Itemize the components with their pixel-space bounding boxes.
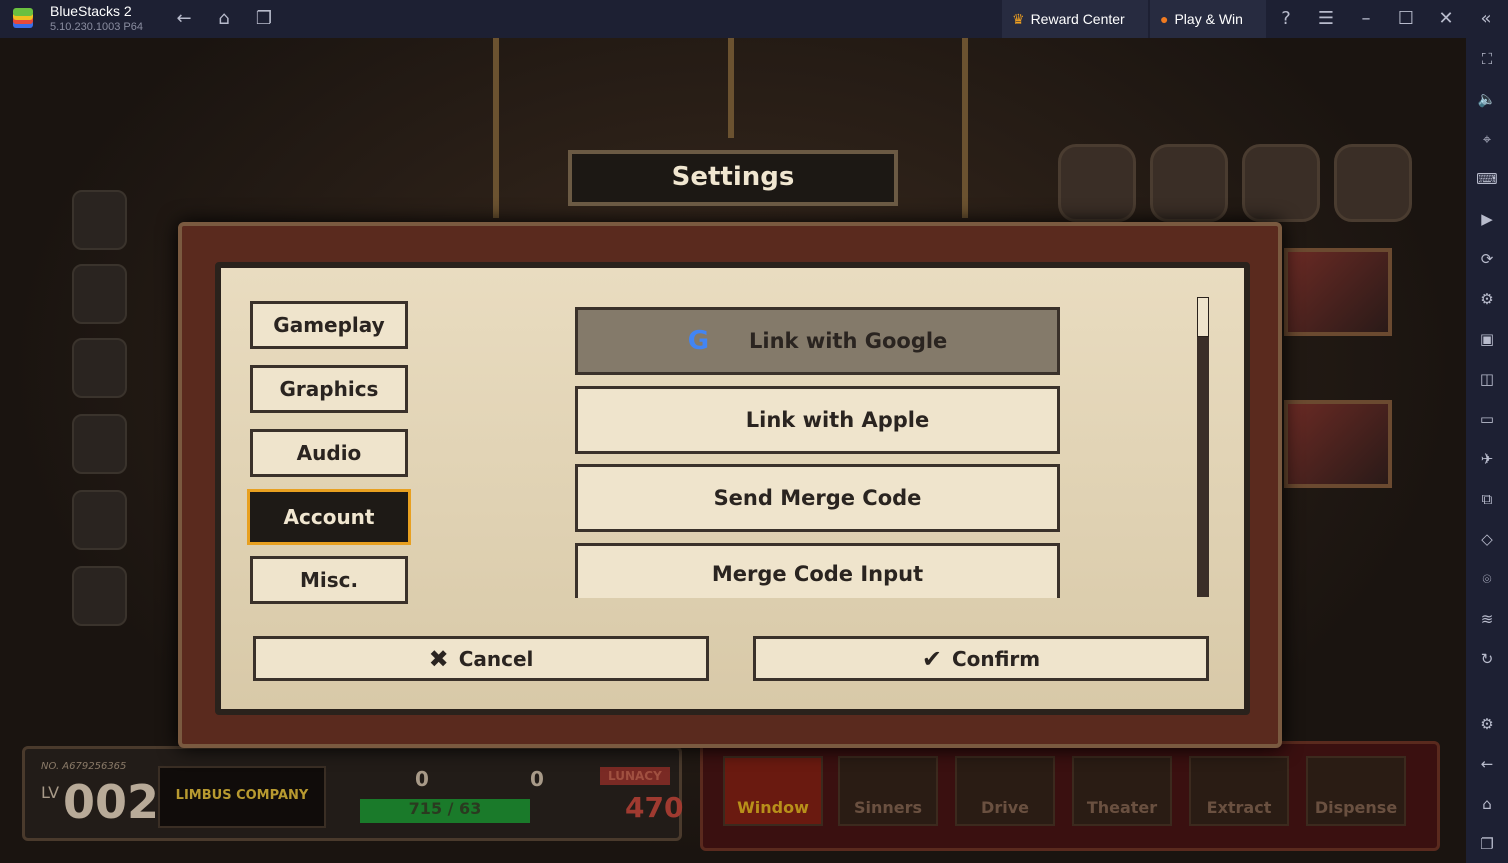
apk-icon[interactable]: ▣ (1476, 328, 1498, 350)
lunacy-value: 470 (625, 791, 684, 824)
x-icon: ✖ (428, 644, 449, 673)
chain-decoration (962, 38, 968, 218)
nav-dispense[interactable]: Dispense (1306, 756, 1406, 826)
nav-extract[interactable]: Extract (1189, 756, 1289, 826)
player-hud: NO. A679256365 LV 002 LIMBUS COMPANY 0 0… (22, 746, 684, 841)
currency-1: 0 (415, 767, 429, 791)
app-version: 5.10.230.1003 P64 (50, 21, 143, 33)
app-title: BlueStacks 2 (50, 3, 132, 19)
medal-icon: ● (1160, 11, 1169, 27)
title-bar: BlueStacks 2 5.10.230.1003 P64 ← ⌂ ❐ ♛ Re… (0, 0, 1508, 38)
settings-icon[interactable]: ⚙ (1476, 713, 1498, 735)
keyboard-icon[interactable]: ⌨ (1476, 168, 1498, 190)
game-viewport[interactable]: NO. A679256365 LV 002 LIMBUS COMPANY 0 0… (0, 38, 1466, 863)
collapse-sidebar-icon[interactable]: « (1474, 7, 1498, 31)
cancel-button[interactable]: ✖ Cancel (253, 636, 709, 681)
send-merge-code-button[interactable]: Send Merge Code (575, 464, 1060, 532)
tabs-icon[interactable]: ❐ (252, 7, 276, 31)
play-win-label: Play & Win (1174, 11, 1243, 27)
help-icon[interactable]: ? (1274, 7, 1298, 31)
settings-title: Settings (568, 150, 898, 206)
link-google-label: Link with Google (749, 329, 948, 353)
merge-code-input-button[interactable]: Merge Code Input (575, 543, 1060, 598)
back-arrow-icon[interactable]: ← (172, 7, 196, 31)
cancel-label: Cancel (458, 646, 534, 671)
side-menu-icon[interactable] (72, 490, 127, 550)
tab-gameplay[interactable]: Gameplay (250, 301, 408, 349)
link-apple-button[interactable]: Link with Apple (575, 386, 1060, 454)
checkmark-icon: ✔ (921, 644, 942, 673)
limbus-company-logo: LIMBUS COMPANY (158, 766, 326, 828)
character-portrait[interactable] (1284, 400, 1392, 488)
tab-audio[interactable]: Audio (250, 429, 408, 477)
folder-icon[interactable]: ▭ (1476, 408, 1498, 430)
right-sidebar: ⛶ 🔈 ⌖ ⌨ ▶ ⟳ ⚙ ▣ ◫ ▭ ✈ ⧉ ◇ ⌾ ≋ ↻ ⚙ ← ⌂ ❐ (1466, 38, 1508, 863)
cursor-icon[interactable]: ⌖ (1476, 128, 1498, 150)
chain-decoration (728, 38, 734, 138)
eco-icon[interactable]: ◇ (1476, 528, 1498, 550)
crown-icon: ♛ (1012, 10, 1025, 27)
side-menu-icon[interactable] (72, 338, 127, 398)
level-label: LV (41, 783, 60, 802)
bottom-navigation: Window Sinners Drive Theater Extract Dis… (700, 741, 1440, 851)
home-icon[interactable]: ⌂ (1476, 793, 1498, 815)
nav-window[interactable]: Window (723, 756, 823, 826)
tab-account[interactable]: Account (247, 489, 411, 545)
link-google-button[interactable]: G Link with Google (575, 307, 1060, 375)
close-icon[interactable]: ✕ (1434, 7, 1458, 31)
announcement-icon[interactable] (1058, 144, 1136, 222)
player-level: 002 (63, 775, 160, 829)
lunacy-label: LUNACY (600, 767, 670, 785)
character-portrait[interactable] (1284, 248, 1392, 336)
sync-icon[interactable]: ↻ (1476, 648, 1498, 670)
back-icon[interactable]: ← (1476, 753, 1498, 775)
link-apple-label: Link with Apple (745, 408, 930, 432)
confirm-button[interactable]: ✔ Confirm (753, 636, 1209, 681)
record-icon[interactable]: ▶ (1476, 208, 1498, 230)
google-icon: G (687, 326, 710, 356)
bluestacks-logo-icon (13, 8, 33, 28)
multi-instance-icon[interactable]: ⧉ (1476, 488, 1498, 510)
briefcase-icon[interactable] (1242, 144, 1320, 222)
side-menu-icon[interactable] (72, 566, 127, 626)
screenshot-icon[interactable]: ◫ (1476, 368, 1498, 390)
macro-icon[interactable]: ⚙ (1476, 288, 1498, 310)
nav-sinners[interactable]: Sinners (838, 756, 938, 826)
confirm-label: Confirm (951, 646, 1041, 671)
tab-graphics[interactable]: Graphics (250, 365, 408, 413)
scrollbar[interactable] (1197, 297, 1209, 597)
side-menu-icon[interactable] (72, 414, 127, 474)
mail-icon[interactable] (1150, 144, 1228, 222)
side-menu-icon[interactable] (72, 264, 127, 324)
nav-drive[interactable]: Drive (955, 756, 1055, 826)
menu-icon[interactable]: ☰ (1314, 7, 1338, 31)
player-number: NO. A679256365 (41, 761, 127, 772)
minimize-icon[interactable]: – (1354, 7, 1378, 31)
reward-center-button[interactable]: ♛ Reward Center (1002, 0, 1148, 38)
play-win-button[interactable]: ● Play & Win (1150, 0, 1266, 38)
recents-icon[interactable]: ❐ (1476, 833, 1498, 855)
currency-2: 0 (530, 767, 544, 791)
reward-center-label: Reward Center (1030, 11, 1125, 27)
maximize-icon[interactable]: ☐ (1394, 7, 1418, 31)
location-icon[interactable]: ⌾ (1476, 568, 1498, 590)
fullscreen-icon[interactable]: ⛶ (1476, 48, 1498, 70)
layers-icon[interactable]: ≋ (1476, 608, 1498, 630)
side-menu-icon[interactable] (72, 190, 127, 250)
rotate-icon[interactable]: ⟳ (1476, 248, 1498, 270)
home-icon[interactable]: ⌂ (212, 7, 236, 31)
airplane-icon[interactable]: ✈ (1476, 448, 1498, 470)
nav-theater[interactable]: Theater (1072, 756, 1172, 826)
scrollbar-thumb[interactable] (1197, 297, 1209, 337)
chain-decoration (493, 38, 499, 218)
volume-icon[interactable]: 🔈 (1476, 88, 1498, 110)
tab-misc[interactable]: Misc. (250, 556, 408, 604)
gear-icon[interactable] (1334, 144, 1412, 222)
stamina-bar: 715 / 63 (360, 799, 530, 823)
